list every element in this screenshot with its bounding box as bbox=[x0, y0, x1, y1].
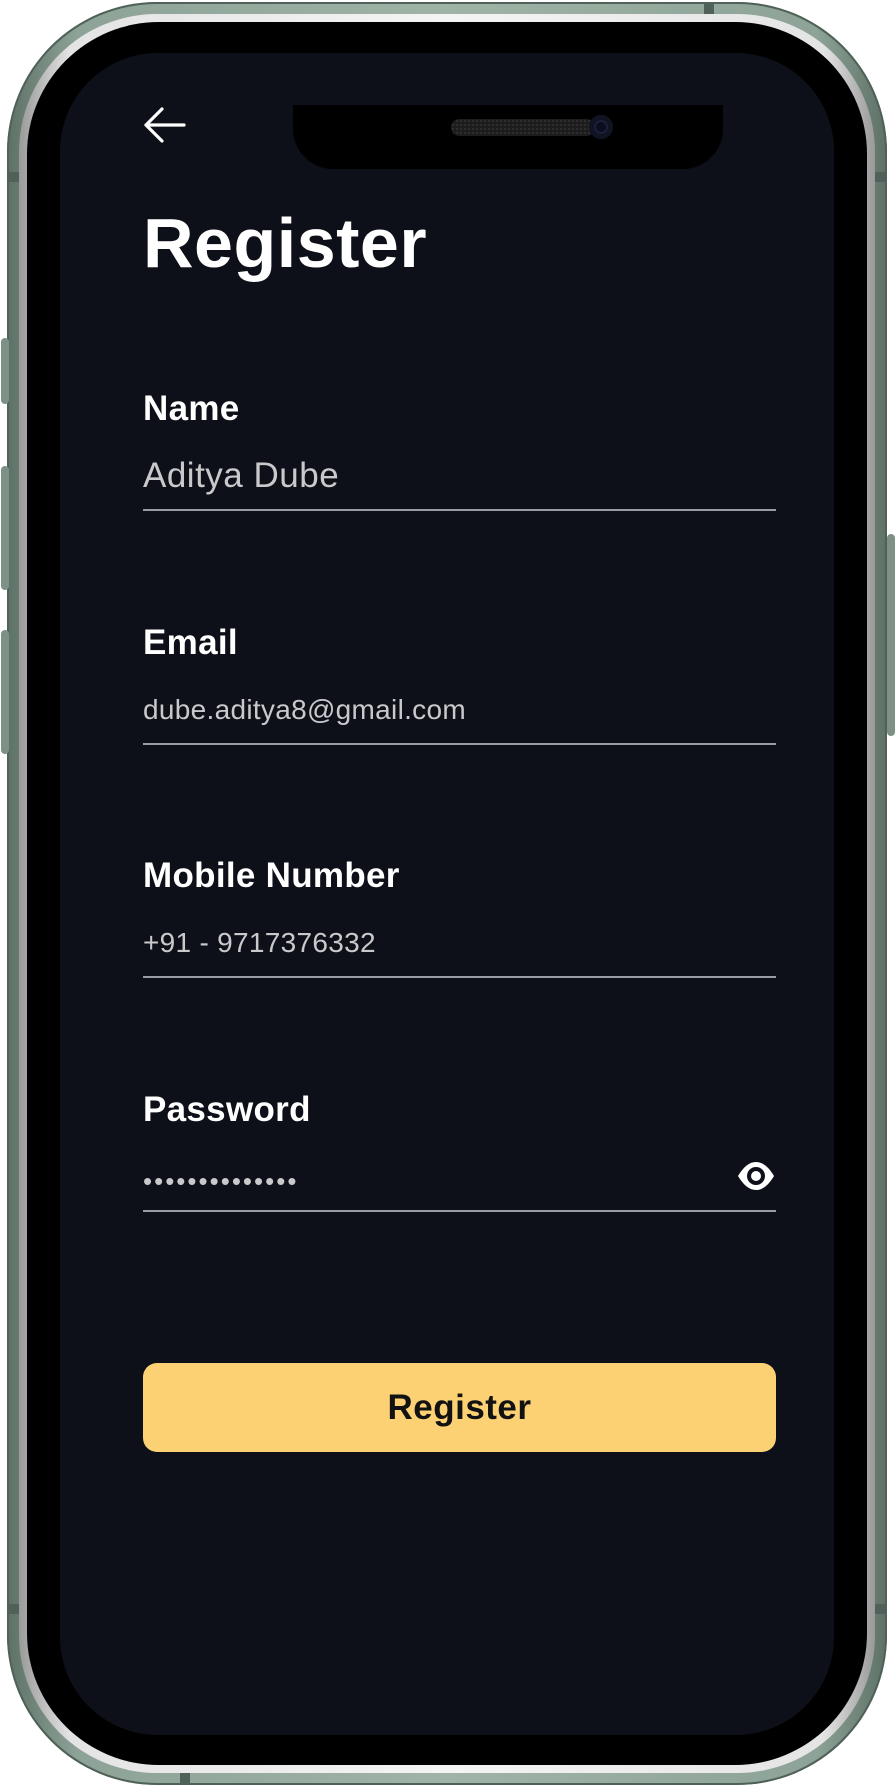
name-label: Name bbox=[143, 389, 240, 428]
password-underline bbox=[143, 1210, 776, 1212]
notch bbox=[293, 105, 723, 169]
power-button bbox=[887, 534, 895, 736]
eye-icon bbox=[738, 1162, 774, 1190]
password-input[interactable] bbox=[143, 1156, 703, 1206]
antenna-band bbox=[873, 1604, 887, 1614]
volume-up-button bbox=[1, 466, 9, 590]
name-underline bbox=[143, 509, 776, 511]
mute-switch bbox=[1, 338, 9, 404]
email-label: Email bbox=[143, 623, 238, 662]
volume-down-button bbox=[1, 630, 9, 754]
register-button[interactable]: Register bbox=[143, 1363, 776, 1452]
arrow-left-icon bbox=[144, 107, 186, 143]
mobile-underline bbox=[143, 976, 776, 978]
mobile-label: Mobile Number bbox=[143, 856, 400, 895]
mobile-field: Mobile Number bbox=[143, 856, 776, 980]
screen: Register Name Email Mobile Number Passwo… bbox=[60, 53, 834, 1735]
email-input[interactable] bbox=[143, 685, 776, 735]
password-field: Password bbox=[143, 1090, 776, 1214]
antenna-band bbox=[180, 1771, 190, 1785]
front-camera bbox=[589, 115, 613, 139]
page-title: Register bbox=[143, 204, 428, 282]
antenna-band bbox=[873, 172, 887, 182]
name-field: Name bbox=[143, 389, 776, 513]
back-button[interactable] bbox=[140, 103, 192, 147]
register-screen: Register Name Email Mobile Number Passwo… bbox=[60, 53, 834, 1735]
name-input[interactable] bbox=[143, 451, 776, 501]
mobile-input[interactable] bbox=[143, 918, 776, 968]
speaker-grille bbox=[451, 119, 595, 136]
email-field: Email bbox=[143, 623, 776, 747]
show-password-toggle[interactable] bbox=[736, 1156, 776, 1196]
email-underline bbox=[143, 743, 776, 745]
password-label: Password bbox=[143, 1090, 311, 1129]
